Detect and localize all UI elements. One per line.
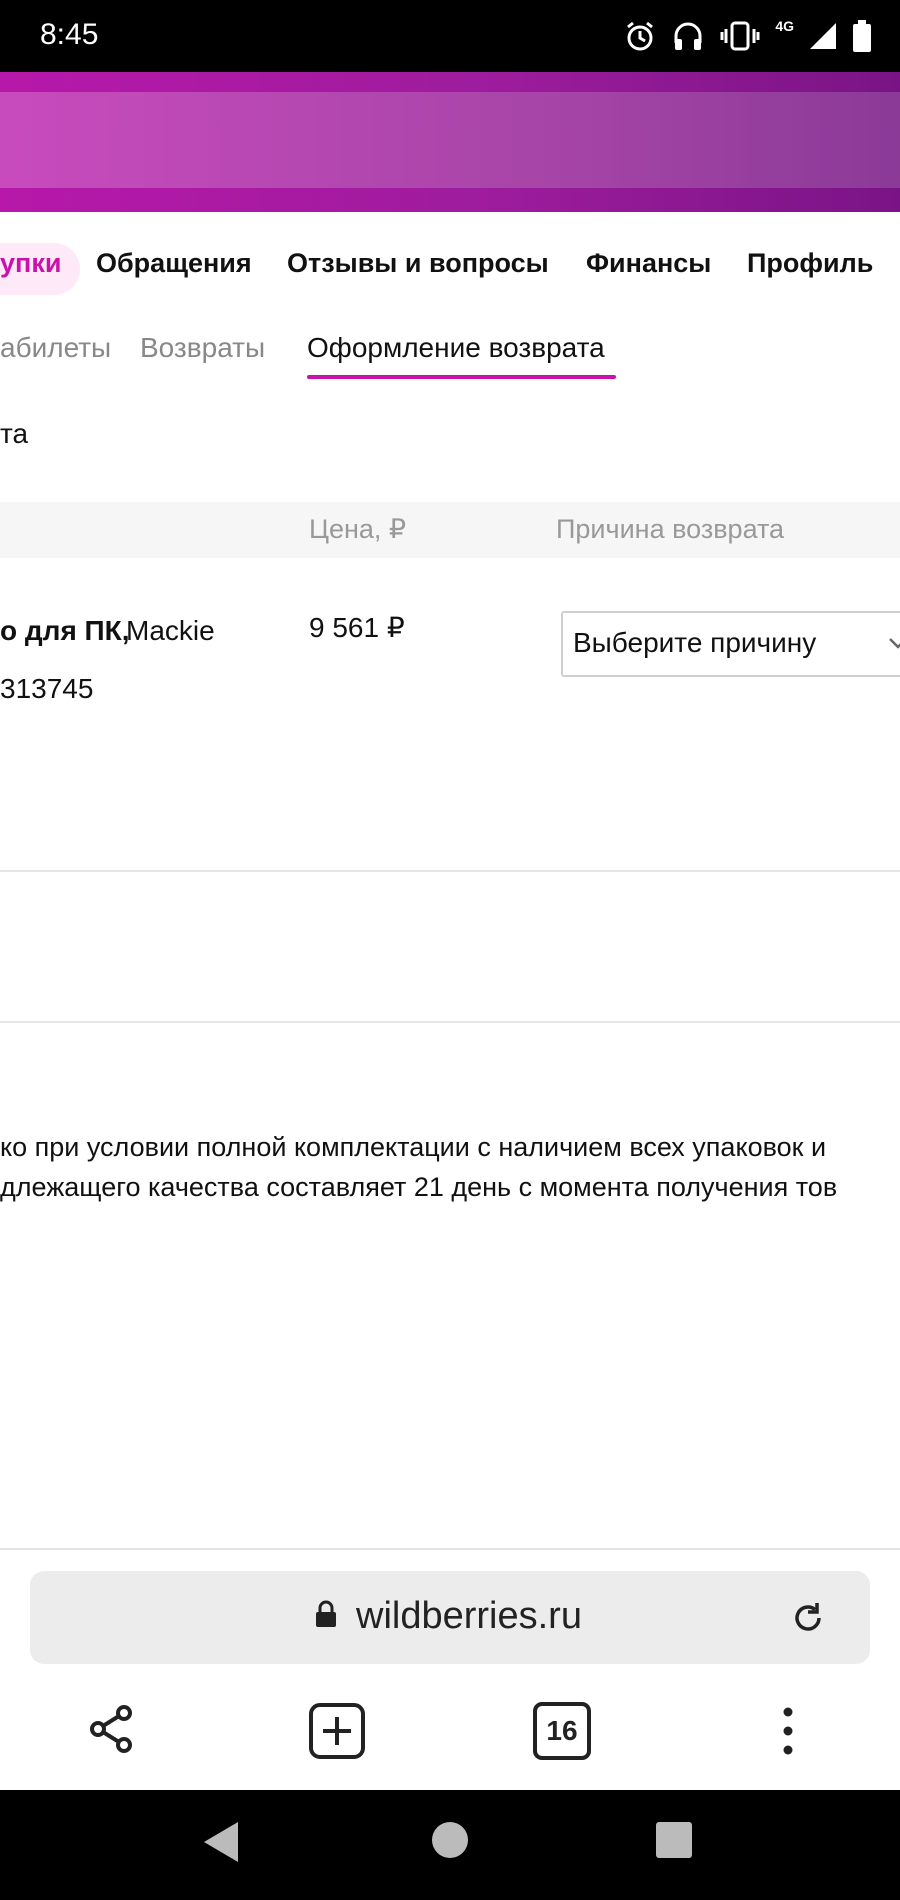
column-header-reason: Причина возврата: [556, 514, 785, 544]
new-tab-icon[interactable]: [308, 1702, 366, 1760]
subtab-return-request[interactable]: Оформление возврата: [307, 332, 605, 364]
return-reason-placeholder: Выберите причину: [573, 627, 817, 658]
reload-icon[interactable]: [790, 1600, 826, 1636]
status-bar: 8:45 4G: [0, 0, 900, 72]
product-name[interactable]: о для ПК,: [0, 615, 130, 647]
column-header-price: Цена, ₽: [309, 514, 407, 544]
return-reason-select[interactable]: Выберите причину: [561, 611, 900, 677]
return-policy-line-1: ко при условии полной комплектации с нал…: [0, 1132, 827, 1162]
tab-profile[interactable]: Профиль: [747, 248, 873, 279]
system-navigation-bar: [0, 1790, 900, 1900]
chevron-down-icon: [889, 638, 900, 649]
status-time: 8:45: [40, 18, 99, 51]
vibrate-icon: [720, 21, 760, 51]
subtab-tickets[interactable]: абилеты: [0, 332, 111, 364]
divider: [0, 1021, 900, 1023]
product-code: 313745: [0, 673, 94, 704]
status-icons: 4G: [623, 18, 872, 54]
alarm-icon: [627, 21, 654, 51]
network-type: 4G: [775, 18, 794, 34]
battery-icon: [853, 20, 871, 52]
tab-finances[interactable]: Финансы: [586, 248, 711, 279]
tab-purchases[interactable]: упки: [0, 248, 61, 279]
product-brand: Mackie: [126, 615, 215, 646]
headphones-icon: [674, 22, 702, 50]
recents-icon[interactable]: [655, 1821, 693, 1859]
lock-icon: [316, 1600, 336, 1627]
tab-appeals[interactable]: Обращения: [96, 248, 252, 279]
header-banner: [0, 72, 900, 212]
subtab-active-underline: [307, 375, 616, 379]
section-title: та: [0, 418, 29, 449]
subtab-returns[interactable]: Возвраты: [140, 332, 265, 364]
return-policy-line-2: длежащего качества составляет 21 день с …: [0, 1172, 838, 1202]
tab-reviews[interactable]: Отзывы и вопросы: [287, 248, 549, 279]
divider: [0, 870, 900, 872]
back-icon[interactable]: [202, 1820, 242, 1864]
signal-icon: [810, 23, 836, 49]
tabs-count: 16: [546, 1715, 578, 1746]
share-icon[interactable]: [86, 1703, 138, 1755]
more-menu-icon[interactable]: [776, 1704, 800, 1758]
url-text[interactable]: wildberries.ru: [356, 1595, 582, 1638]
product-price: 9 561 ₽: [309, 612, 405, 643]
tabs-switcher-button[interactable]: 16: [533, 1702, 591, 1760]
home-icon[interactable]: [430, 1820, 470, 1860]
